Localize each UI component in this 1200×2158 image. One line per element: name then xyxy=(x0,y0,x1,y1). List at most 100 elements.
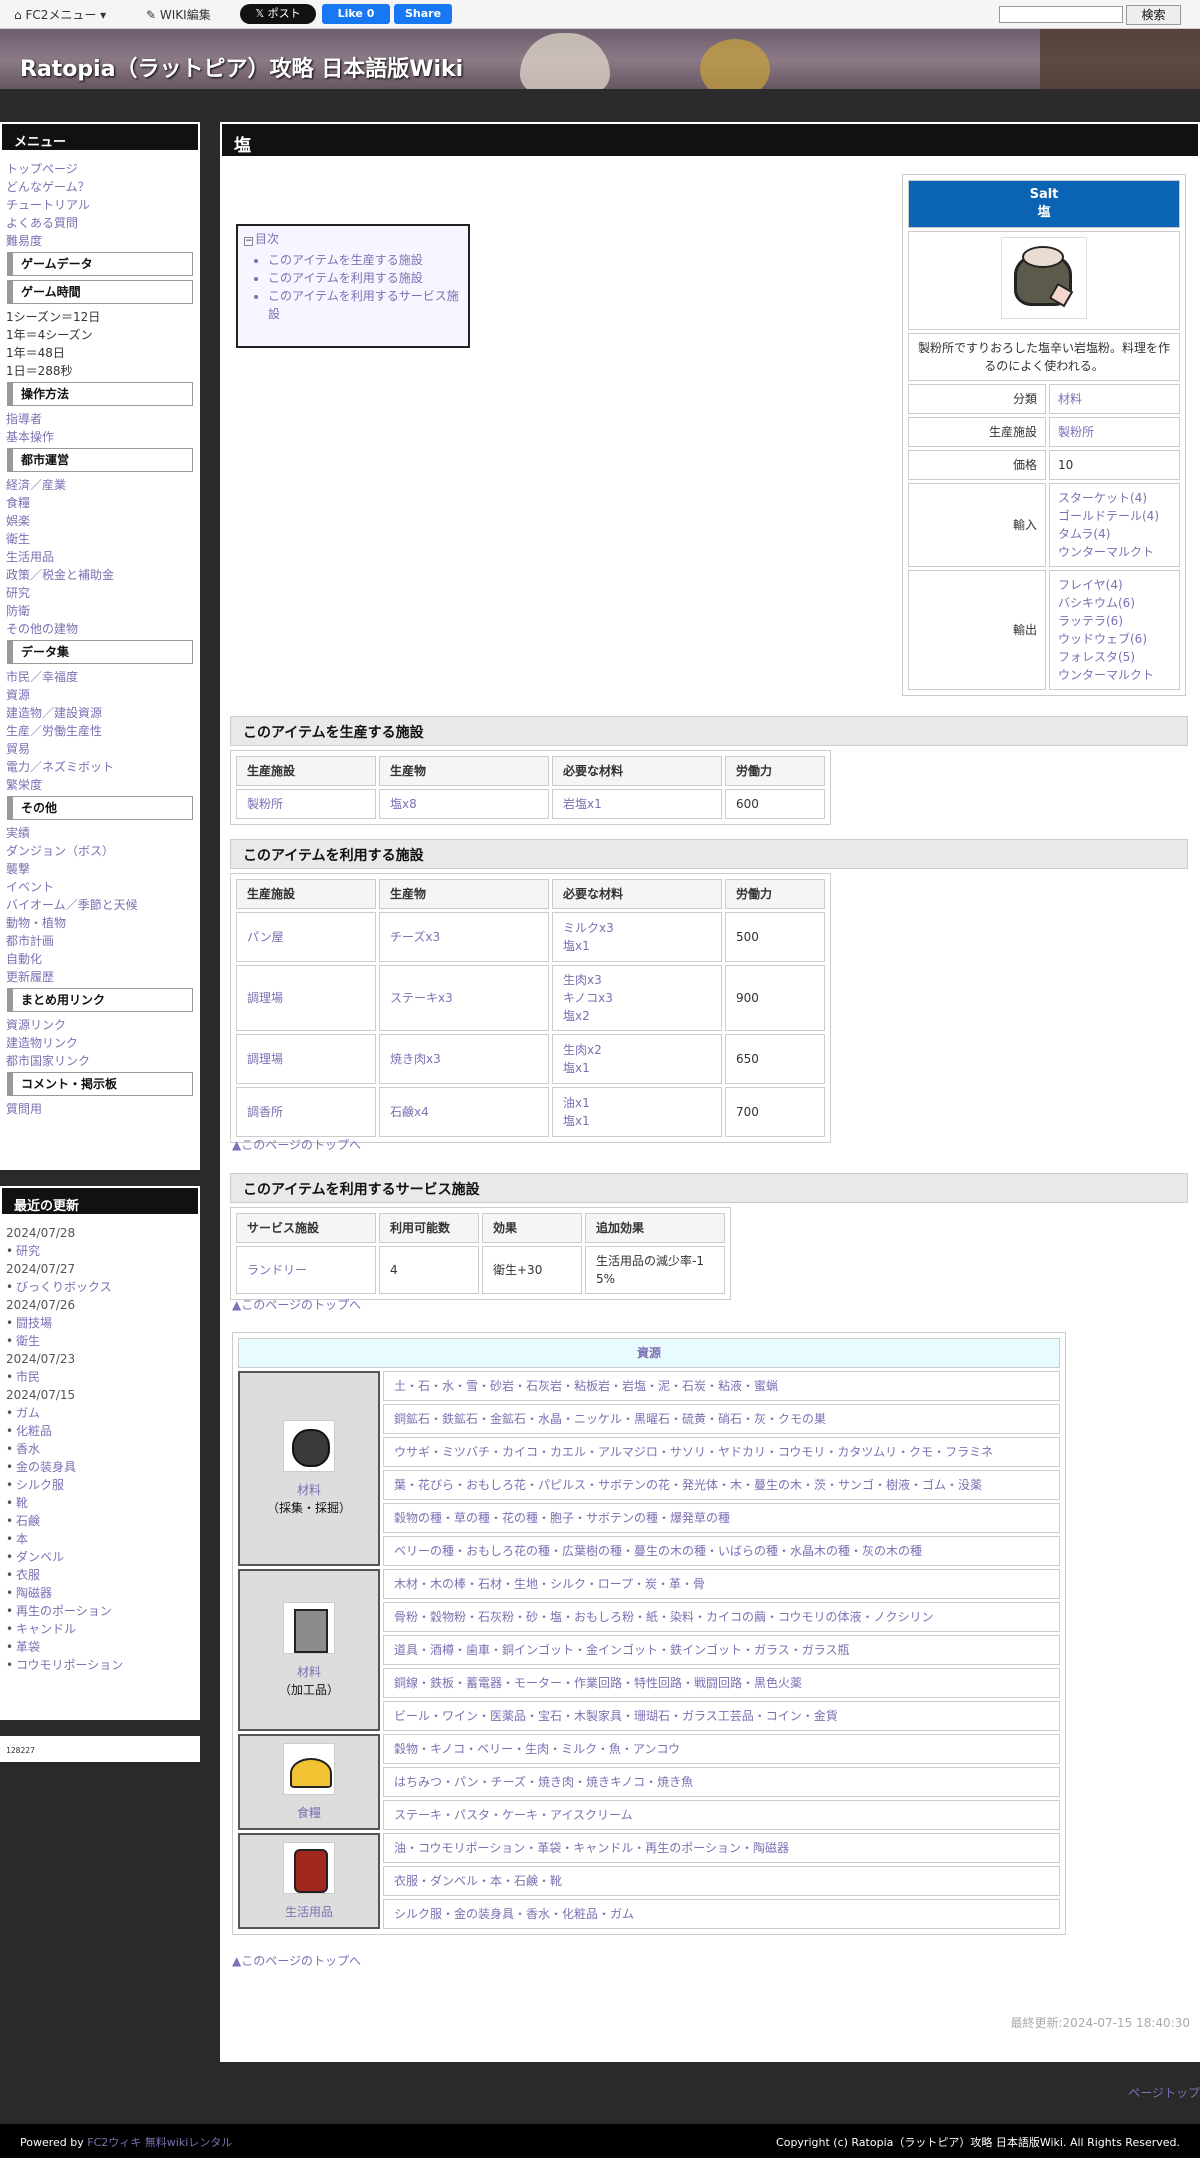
sidebar-link[interactable]: 政策／税金と補助金 xyxy=(6,566,194,584)
page-top-link[interactable]: ページトップ xyxy=(1128,2084,1200,2101)
sidebar-link[interactable]: 更新履歴 xyxy=(6,968,194,986)
cell-link[interactable]: 生肉x3 xyxy=(563,973,602,987)
category-link[interactable]: 食糧 xyxy=(250,1804,368,1822)
cell-link[interactable]: 塩x8 xyxy=(390,797,417,811)
cell-link[interactable]: 調理場 xyxy=(247,1052,283,1066)
export-city-link[interactable]: ラッテラ(6) xyxy=(1058,614,1123,628)
update-item-link[interactable]: 再生のポーション xyxy=(6,1602,194,1620)
sidebar-link[interactable]: 生産／労働生産性 xyxy=(6,722,194,740)
update-item-link[interactable]: ダンベル xyxy=(6,1548,194,1566)
update-item-link[interactable]: コウモリポーション xyxy=(6,1656,194,1674)
export-city-link[interactable]: フォレスタ(5) xyxy=(1058,650,1135,664)
toc-item-link[interactable]: このアイテムを生産する施設 xyxy=(268,251,462,269)
sidebar-link[interactable]: 資源 xyxy=(6,686,194,704)
update-item-link[interactable]: 化粧品 xyxy=(6,1422,194,1440)
back-to-top-link-3[interactable]: ▲このページのトップへ xyxy=(232,1952,361,1969)
sidebar-link[interactable]: 建造物リンク xyxy=(6,1034,194,1052)
cell-link[interactable]: 調理場 xyxy=(247,991,283,1005)
sidebar-link[interactable]: 建造物／建設資源 xyxy=(6,704,194,722)
back-to-top-link-1[interactable]: ▲このページのトップへ xyxy=(232,1136,361,1153)
update-item-link[interactable]: びっくりボックス xyxy=(6,1278,194,1296)
sidebar-link[interactable]: 研究 xyxy=(6,584,194,602)
cell-link[interactable]: キノコx3 xyxy=(563,991,613,1005)
toc-item-link[interactable]: このアイテムを利用するサービス施設 xyxy=(268,287,462,323)
update-item-link[interactable]: 金の装身具 xyxy=(6,1458,194,1476)
sidebar-link[interactable]: その他の建物 xyxy=(6,620,194,638)
sidebar-link[interactable]: トップページ xyxy=(6,160,194,178)
cell-link[interactable]: 塩x1 xyxy=(563,1061,590,1075)
sidebar-link[interactable]: 電力／ネズミボット xyxy=(6,758,194,776)
update-item-link[interactable]: 本 xyxy=(6,1530,194,1548)
update-item-link[interactable]: 研究 xyxy=(6,1242,194,1260)
sidebar-link[interactable]: 基本操作 xyxy=(6,428,194,446)
toc-item-link[interactable]: このアイテムを利用する施設 xyxy=(268,269,462,287)
sidebar-link[interactable]: 資源リンク xyxy=(6,1016,194,1034)
navbox-items[interactable]: 葉・花びら・おもしろ花・パピルス・サボテンの花・発光体・木・蔓生の木・茨・サンゴ… xyxy=(383,1470,1060,1500)
navbox-items[interactable]: 骨粉・穀物粉・石灰粉・砂・塩・おもしろ粉・紙・染料・カイコの繭・コウモリの体液・… xyxy=(383,1602,1060,1632)
facebook-like-button[interactable]: Like 0 xyxy=(322,4,390,24)
sidebar-link[interactable]: 襲撃 xyxy=(6,860,194,878)
search-input[interactable] xyxy=(999,6,1123,23)
cell-link[interactable]: 生肉x2 xyxy=(563,1043,602,1057)
sidebar-link[interactable]: 食糧 xyxy=(6,494,194,512)
navbox-items[interactable]: 銅鉱石・鉄鉱石・金鉱石・水晶・ニッケル・黒曜石・硫黄・硝石・灰・クモの巣 xyxy=(383,1404,1060,1434)
back-to-top-link-2[interactable]: ▲このページのトップへ xyxy=(232,1296,361,1313)
update-item-link[interactable]: 闘技場 xyxy=(6,1314,194,1332)
fc2-wiki-link[interactable]: FC2ウィキ 無料wikiレンタル xyxy=(87,2136,232,2149)
x-post-button[interactable]: 𝕏 ポスト xyxy=(240,4,316,24)
sidebar-link[interactable]: 実績 xyxy=(6,824,194,842)
cell-link[interactable]: 焼き肉x3 xyxy=(390,1052,441,1066)
sidebar-link[interactable]: 衛生 xyxy=(6,530,194,548)
update-item-link[interactable]: ガム xyxy=(6,1404,194,1422)
sidebar-link[interactable]: ダンジョン（ボス） xyxy=(6,842,194,860)
site-title[interactable]: Ratopia（ラットピア）攻略 日本語版Wiki xyxy=(20,51,463,83)
sidebar-link[interactable]: 都市計画 xyxy=(6,932,194,950)
export-city-link[interactable]: バシキウム(6) xyxy=(1058,596,1135,610)
import-city-link[interactable]: タムラ(4) xyxy=(1058,527,1110,541)
sidebar-link[interactable]: よくある質問 xyxy=(6,214,194,232)
update-item-link[interactable]: 靴 xyxy=(6,1494,194,1512)
update-item-link[interactable]: シルク服 xyxy=(6,1476,194,1494)
cell-link[interactable]: 塩x1 xyxy=(563,939,590,953)
facility-link[interactable]: 製粉所 xyxy=(1058,425,1094,439)
update-item-link[interactable]: 香水 xyxy=(6,1440,194,1458)
sidebar-link[interactable]: 防衛 xyxy=(6,602,194,620)
search-button[interactable]: 検索 xyxy=(1126,5,1181,25)
update-item-link[interactable]: 衣服 xyxy=(6,1566,194,1584)
navbox-items[interactable]: ウサギ・ミツバチ・カイコ・カエル・アルマジロ・サソリ・ヤドカリ・コウモリ・カタツ… xyxy=(383,1437,1060,1467)
sidebar-link[interactable]: 生活用品 xyxy=(6,548,194,566)
facebook-share-button[interactable]: Share xyxy=(394,4,452,24)
sidebar-link[interactable]: 質問用 xyxy=(6,1100,194,1118)
category-link[interactable]: 材料 xyxy=(1058,392,1082,406)
collapse-icon[interactable]: − xyxy=(244,237,253,246)
navbox-items[interactable]: 穀物の種・草の種・花の種・胞子・サボテンの種・爆発草の種 xyxy=(383,1503,1060,1533)
cell-link[interactable]: 調香所 xyxy=(247,1105,283,1119)
navbox-items[interactable]: 土・石・水・雪・砂岩・石灰岩・粘板岩・岩塩・泥・石炭・粘液・蜜蝋 xyxy=(383,1371,1060,1401)
navbox-items[interactable]: 穀物・キノコ・ベリー・生肉・ミルク・魚・アンコウ xyxy=(383,1734,1060,1764)
toc-title[interactable]: − 目次 xyxy=(244,230,462,247)
category-link[interactable]: 材料 xyxy=(250,1663,368,1681)
cell-link[interactable]: ステーキx3 xyxy=(390,991,453,1005)
sidebar-link[interactable]: 貿易 xyxy=(6,740,194,758)
navbox-items[interactable]: 道具・酒樽・歯車・銅インゴット・金インゴット・鉄インゴット・ガラス・ガラス瓶 xyxy=(383,1635,1060,1665)
sidebar-link[interactable]: 指導者 xyxy=(6,410,194,428)
cell-link[interactable]: 製粉所 xyxy=(247,797,283,811)
sidebar-link[interactable]: 自動化 xyxy=(6,950,194,968)
cell-link[interactable]: 油x1 xyxy=(563,1096,590,1110)
navbox-title[interactable]: 資源 xyxy=(238,1338,1060,1368)
fc2-menu-button[interactable]: ⌂ FC2メニュー ▾ xyxy=(14,6,106,23)
update-item-link[interactable]: 石鹸 xyxy=(6,1512,194,1530)
navbox-items[interactable]: 木材・木の棒・石材・生地・シルク・ロープ・炭・革・骨 xyxy=(383,1569,1060,1599)
import-city-link[interactable]: スターケット(4) xyxy=(1058,491,1147,505)
cell-link[interactable]: 塩x2 xyxy=(563,1009,590,1023)
sidebar-link[interactable]: どんなゲーム？ xyxy=(6,178,194,196)
sidebar-link[interactable]: 繁栄度 xyxy=(6,776,194,794)
update-item-link[interactable]: 革袋 xyxy=(6,1638,194,1656)
cell-link[interactable]: 塩x1 xyxy=(563,1114,590,1128)
navbox-items[interactable]: ステーキ・パスタ・ケーキ・アイスクリーム xyxy=(383,1800,1060,1830)
sidebar-link[interactable]: 動物・植物 xyxy=(6,914,194,932)
navbox-items[interactable]: ベリーの種・おもしろ花の種・広葉樹の種・蔓生の木の種・いばらの種・水晶木の種・灰… xyxy=(383,1536,1060,1566)
sidebar-link[interactable]: チュートリアル xyxy=(6,196,194,214)
update-item-link[interactable]: 衛生 xyxy=(6,1332,194,1350)
export-city-link[interactable]: ウンターマルクト xyxy=(1058,668,1154,682)
